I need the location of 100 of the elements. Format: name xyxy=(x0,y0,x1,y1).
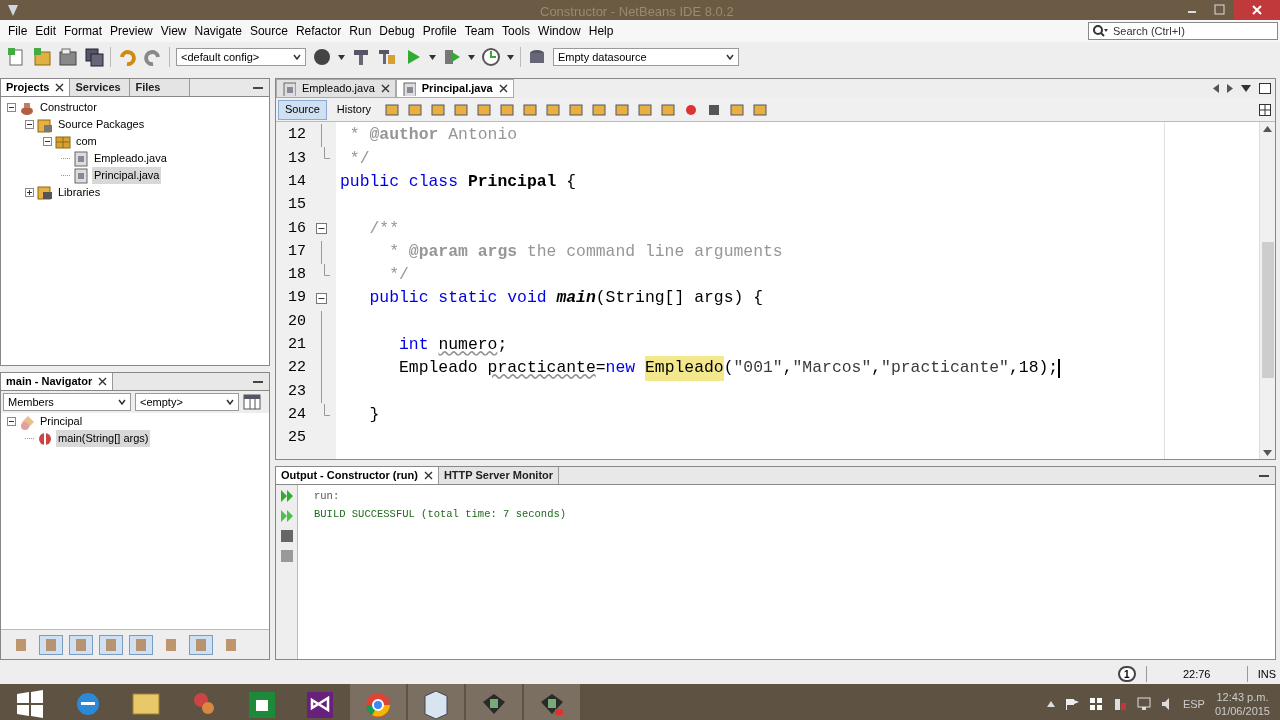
dropdown-arrow-icon[interactable] xyxy=(429,54,436,60)
dropdown-arrow-icon[interactable] xyxy=(468,54,475,60)
taskbar-button[interactable] xyxy=(524,684,580,720)
menu-item[interactable]: Tools xyxy=(498,22,535,40)
new-file-icon[interactable] xyxy=(6,47,26,67)
code-text: , xyxy=(871,357,882,380)
editor-tab[interactable]: Empleado.java xyxy=(276,79,396,98)
tree-item[interactable]: Principal.java xyxy=(92,167,162,184)
tree-item[interactable]: Principal xyxy=(38,413,85,430)
menu-item[interactable]: Refactor xyxy=(291,22,346,40)
clock-time[interactable]: 12:43 p.m. xyxy=(1216,690,1269,704)
dropdown-arrow-icon[interactable] xyxy=(507,54,514,60)
menu-item[interactable]: Navigate xyxy=(190,22,246,40)
notification-badge[interactable]: 1 xyxy=(1117,666,1136,682)
taskbar-button[interactable] xyxy=(408,684,464,720)
panel-tab[interactable]: Services xyxy=(70,79,131,96)
config-dropdown[interactable]: <default config> xyxy=(176,48,306,66)
input-language[interactable]: ESP xyxy=(1182,695,1205,713)
menu-item[interactable]: Format xyxy=(60,22,107,40)
scroll-up-icon[interactable] xyxy=(1263,126,1272,132)
panel-tab[interactable]: main - Navigator xyxy=(1,373,114,390)
rerun-icon[interactable] xyxy=(279,489,294,503)
hammer-icon[interactable] xyxy=(351,47,371,67)
menu-item[interactable]: Source xyxy=(245,22,292,40)
tree-item[interactable]: main(String[] args) xyxy=(56,430,151,447)
members-dropdown[interactable]: Members xyxy=(3,393,131,411)
fold-collapse-icon[interactable] xyxy=(315,223,327,235)
menu-item[interactable]: Help xyxy=(584,22,618,40)
variable-name: practicante xyxy=(487,357,596,380)
view-tab[interactable]: History xyxy=(330,99,378,120)
close-icon[interactable] xyxy=(98,377,108,386)
tree-item[interactable]: Constructor xyxy=(38,99,99,116)
close-icon[interactable] xyxy=(55,83,65,92)
tree-item[interactable]: Empleado.java xyxy=(92,150,169,167)
close-icon[interactable] xyxy=(423,471,433,480)
dropdown-arrow-icon[interactable] xyxy=(1241,85,1251,92)
view-tab[interactable]: Source xyxy=(278,99,327,120)
collapse-icon[interactable] xyxy=(43,137,52,146)
panel-tab[interactable]: Projects xyxy=(1,79,71,96)
layout-icon[interactable] xyxy=(243,394,261,410)
search-field[interactable]: Search (Ctrl+I) xyxy=(1088,22,1278,40)
panel-tab[interactable]: Files xyxy=(130,79,191,96)
network-icon[interactable] xyxy=(1136,697,1151,711)
menu-item[interactable]: Team xyxy=(460,22,499,40)
combo-value: Members xyxy=(8,394,54,410)
menu-item[interactable]: Profile xyxy=(418,22,461,40)
datasource-dropdown[interactable]: Empty datasource xyxy=(553,48,739,66)
line-number: 21 xyxy=(287,335,306,356)
broom-hammer-icon[interactable] xyxy=(377,47,397,67)
taskbar-button[interactable] xyxy=(466,684,522,720)
scrollbar-thumb[interactable] xyxy=(1261,242,1274,378)
clock-icon[interactable] xyxy=(481,47,501,67)
line-number: 16 xyxy=(287,218,306,239)
save-all-icon[interactable] xyxy=(84,47,104,67)
scroll-left-icon[interactable] xyxy=(1213,84,1219,93)
java-file-icon xyxy=(73,167,89,184)
menu-item[interactable]: File xyxy=(4,22,32,40)
open-folder-icon[interactable] xyxy=(58,47,78,67)
clock-date[interactable]: 01/06/2015 xyxy=(1214,704,1270,718)
fold-collapse-icon[interactable] xyxy=(315,293,327,305)
code-text: ); xyxy=(1038,357,1059,380)
show-hidden-icons-icon[interactable] xyxy=(1046,701,1055,707)
code-text: { xyxy=(565,170,577,193)
menu-item[interactable]: Run xyxy=(345,22,376,40)
scope-dropdown[interactable]: <empty> xyxy=(135,393,239,411)
collapse-icon[interactable] xyxy=(7,417,16,426)
code-text: ; xyxy=(497,334,508,356)
close-icon[interactable] xyxy=(380,84,390,93)
tree-item[interactable]: Libraries xyxy=(56,184,103,201)
battery-icon[interactable] xyxy=(1112,697,1127,711)
editor-tab[interactable]: Principal.java xyxy=(395,79,514,98)
close-icon[interactable] xyxy=(498,84,508,93)
chevron-down-icon xyxy=(293,54,301,60)
minimize-icon[interactable] xyxy=(1259,474,1269,477)
string-literal: "Marcos" xyxy=(792,357,872,380)
menu-item[interactable]: Window xyxy=(534,22,585,40)
fold-end-line xyxy=(324,147,330,160)
tab-label: Output - Constructor (run) xyxy=(281,468,418,484)
panel-tab[interactable]: Output - Constructor (run) xyxy=(276,467,439,484)
menu-item[interactable]: Edit xyxy=(31,22,61,40)
menu-item[interactable]: Preview xyxy=(106,22,157,40)
windows-logo-icon[interactable] xyxy=(1088,697,1103,711)
redo-icon[interactable] xyxy=(143,47,163,67)
split-icon[interactable] xyxy=(1259,103,1271,116)
minimize-icon[interactable] xyxy=(253,86,263,89)
expand-icon[interactable] xyxy=(25,188,34,197)
collapse-icon[interactable] xyxy=(7,103,16,112)
menu-item[interactable]: View xyxy=(156,22,191,40)
tree-item[interactable]: com xyxy=(74,133,99,150)
new-project-icon[interactable] xyxy=(32,47,52,67)
collapse-icon[interactable] xyxy=(25,120,34,129)
menu-item[interactable]: Debug xyxy=(375,22,419,40)
scroll-right-icon[interactable] xyxy=(1227,84,1233,93)
tree-item[interactable]: Source Packages xyxy=(56,116,147,133)
scroll-down-icon[interactable] xyxy=(1263,450,1272,456)
line-number: 23 xyxy=(287,381,306,402)
maximize-icon[interactable] xyxy=(1259,83,1271,94)
minimize-icon[interactable] xyxy=(253,380,263,383)
stop-icon[interactable] xyxy=(279,529,294,543)
dropdown-arrow-icon[interactable] xyxy=(338,54,345,60)
